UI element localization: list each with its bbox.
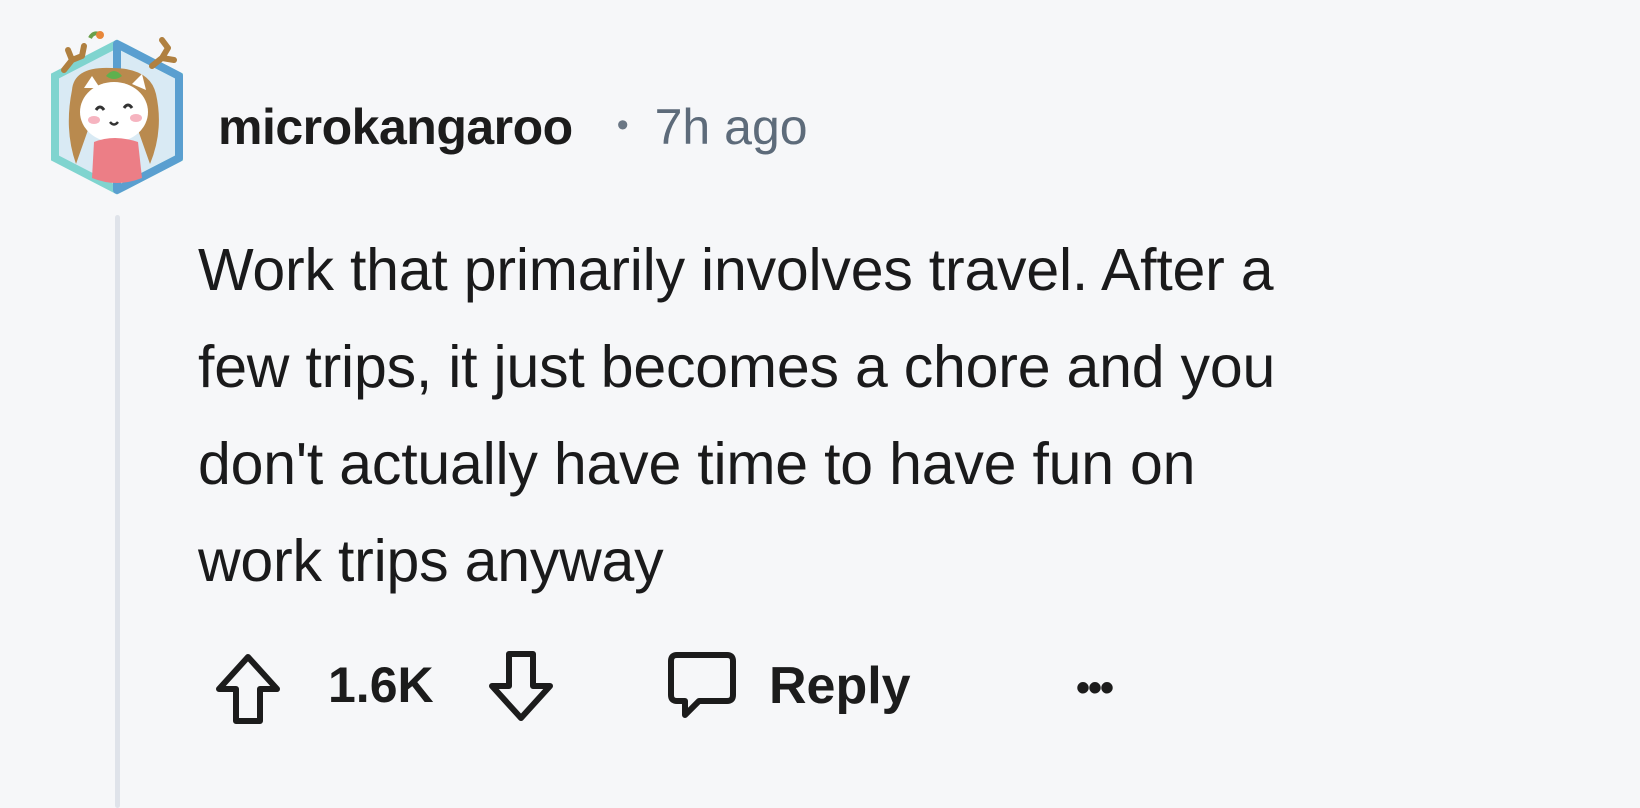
username-link[interactable]: microkangaroo [218,98,573,156]
comment-body-line: work trips anyway [198,528,664,594]
more-options-button[interactable]: ••• [1058,652,1130,724]
meta-separator: • [616,105,629,144]
upvote-button[interactable] [210,650,286,728]
comment-body-line: don't actually have time to have fun on [198,431,1196,497]
reply-label: Reply [769,657,911,715]
timestamp[interactable]: 7h ago [655,98,808,156]
thread-line[interactable] [115,215,120,808]
downvote-button[interactable] [483,646,559,726]
comment-actions: 1.6K Reply ••• [210,642,1190,732]
snoo-avatar-icon [51,31,183,195]
comment-header: microkangaroo • 7h ago [218,92,808,162]
vote-score: 1.6K [328,657,434,713]
speech-bubble-icon [668,652,736,718]
comment-body-line: few trips, it just becomes a chore and y… [198,334,1276,400]
comment-body-line: Work that primarily involves travel. Aft… [198,237,1274,303]
comment-body: Work that primarily involves travel. Aft… [198,222,1538,610]
upvote-arrow-icon [216,654,280,724]
reply-button[interactable]: Reply [665,646,911,726]
comment: microkangaroo • 7h ago Work that primari… [0,0,1640,808]
downvote-arrow-icon [489,651,553,721]
ellipsis-icon: ••• [1075,665,1114,710]
avatar[interactable] [42,30,192,205]
